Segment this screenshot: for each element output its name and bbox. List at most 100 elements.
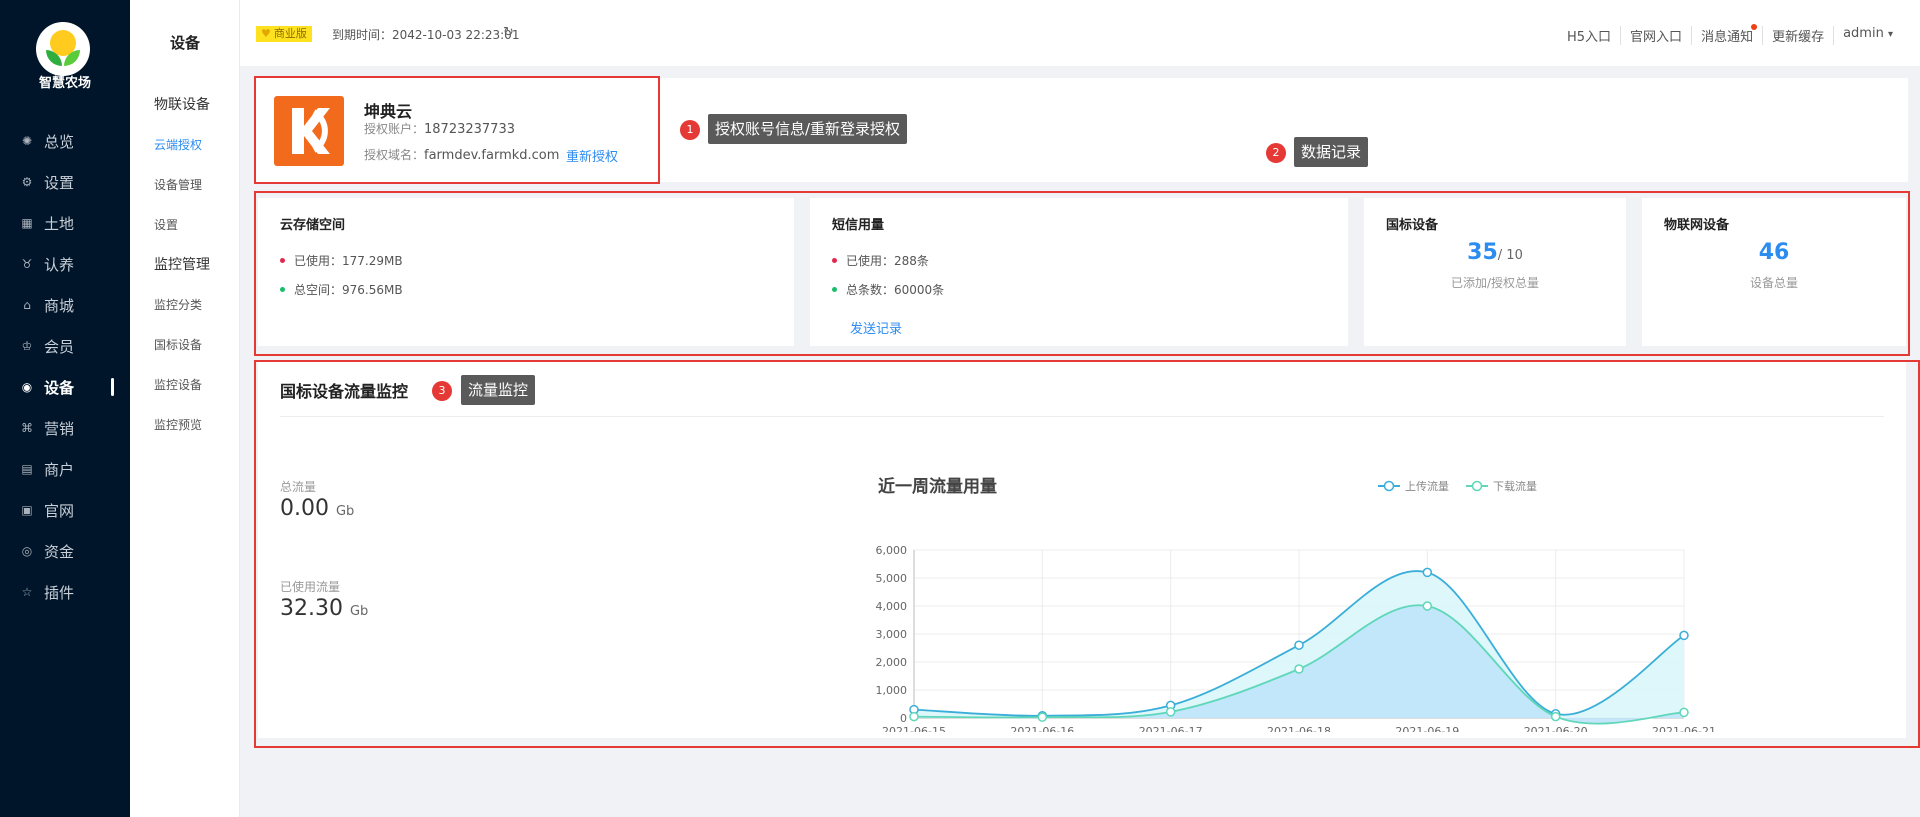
sidebar-item-adopt[interactable]: ♉ 认养 bbox=[0, 249, 130, 279]
submenu-item-monitor-category[interactable]: 监控分类 bbox=[154, 296, 202, 313]
adopt-icon: ♉ bbox=[21, 257, 33, 271]
refresh-icon[interactable]: ↻ bbox=[503, 25, 514, 40]
sidebar-item-marketing[interactable]: ⌘ 营销 bbox=[0, 413, 130, 443]
sidebar-item-land[interactable]: ▦ 土地 bbox=[0, 208, 130, 238]
legend-marker bbox=[1383, 480, 1395, 492]
used-flow-unit: Gb bbox=[349, 604, 369, 619]
submenu-item-gb-device[interactable]: 国标设备 bbox=[154, 336, 202, 353]
data-point bbox=[1165, 707, 1176, 717]
main-sidebar: 智慧农场 ✺ 总览 ⚙ 设置 ▦ 土地 ♉ 认养 ⌂ 商城 ♔ 会员 ◉ 设备 ⌘ 营销 ▤ 商户… bbox=[0, 0, 130, 817]
diamond-icon: ♥ bbox=[261, 27, 271, 40]
sms-total-text: 总条数：60000条 bbox=[846, 283, 945, 297]
storage-title: 云存储空间 bbox=[280, 218, 346, 233]
annotation-number: 3 bbox=[432, 381, 452, 401]
gb-device-value: 35 bbox=[1467, 240, 1498, 265]
expire-time: 到期时间：2042-10-03 22:23:01 bbox=[332, 28, 520, 42]
used-flow-number: 32.30 bbox=[280, 596, 343, 621]
data-point bbox=[1294, 640, 1304, 650]
sidebar-item-device[interactable]: ◉ 设备 bbox=[0, 372, 130, 402]
fund-icon: ◎ bbox=[21, 544, 33, 558]
notification-dot bbox=[1751, 24, 1758, 30]
data-point bbox=[1422, 567, 1433, 578]
x-tick-label: 2021-06-19 bbox=[1395, 725, 1459, 732]
annotation-number: 1 bbox=[680, 120, 700, 140]
submenu-title: 设备 bbox=[169, 34, 200, 52]
data-point bbox=[1550, 711, 1561, 722]
notifications-label: 消息通知 bbox=[1701, 30, 1754, 45]
farm-logo[interactable] bbox=[36, 22, 90, 76]
top-bar: ♥ 商业版 到期时间：2042-10-03 22:23:01 ↻ H5入口 官网入… bbox=[240, 0, 1920, 66]
sidebar-item-label: 插件 bbox=[44, 583, 75, 602]
sidebar-item-label: 会员 bbox=[44, 337, 75, 356]
kundian-logo bbox=[274, 96, 344, 166]
iot-device-title: 物联网设备 bbox=[1664, 218, 1730, 233]
x-tick-label: 2021-06-18 bbox=[1267, 725, 1331, 732]
auth-domain-value: farmdev.farmkd.com bbox=[424, 148, 560, 163]
sms-total: 总条数：60000条 bbox=[832, 281, 944, 298]
storage-total: 总空间：976.56MB bbox=[280, 281, 403, 298]
website-icon: ▣ bbox=[21, 503, 33, 517]
x-tick-label: 2021-06-16 bbox=[1010, 725, 1074, 732]
sidebar-item-overview[interactable]: ✺ 总览 bbox=[0, 126, 130, 156]
y-tick-label: 4,000 bbox=[876, 600, 908, 613]
website-entry-link[interactable]: 官网入口 bbox=[1620, 26, 1691, 45]
sidebar-item-label: 土地 bbox=[44, 214, 75, 233]
sidebar-item-label: 总览 bbox=[44, 132, 75, 151]
data-point bbox=[1037, 712, 1048, 722]
sidebar-item-plugin[interactable]: ☆ 插件 bbox=[0, 577, 130, 607]
submenu-item-device-manage[interactable]: 设备管理 bbox=[154, 176, 202, 193]
total-flow-value: 0.00 Gb bbox=[280, 496, 354, 521]
submenu-item-monitor-preview[interactable]: 监控预览 bbox=[154, 416, 202, 433]
storage-total-text: 总空间：976.56MB bbox=[294, 283, 403, 297]
y-tick-label: 5,000 bbox=[876, 572, 908, 585]
sidebar-item-merchant[interactable]: ▤ 商户 bbox=[0, 454, 130, 484]
top-links: H5入口 官网入口 消息通知 更新缓存 admin ▾ bbox=[1558, 24, 1902, 45]
marketing-icon: ⌘ bbox=[21, 421, 33, 435]
submenu-item-monitor-device[interactable]: 监控设备 bbox=[154, 376, 202, 393]
sidebar-item-fund[interactable]: ◎ 资金 bbox=[0, 536, 130, 566]
sidebar-item-label: 设置 bbox=[44, 173, 75, 192]
sidebar-item-member[interactable]: ♔ 会员 bbox=[0, 331, 130, 361]
kundian-logo-mark bbox=[292, 108, 330, 154]
auth-account-label: 授权账户： bbox=[364, 122, 425, 136]
y-tick-label: 3,000 bbox=[876, 628, 908, 641]
auth-account-value: 18723237733 bbox=[424, 122, 515, 137]
notifications-link[interactable]: 消息通知 bbox=[1691, 24, 1762, 45]
y-tick-label: 1,000 bbox=[876, 684, 908, 697]
sidebar-item-label: 官网 bbox=[44, 501, 75, 520]
grid-icon: ▦ bbox=[21, 216, 33, 230]
user-menu[interactable]: admin ▾ bbox=[1833, 26, 1902, 45]
annotation-label: 授权账号信息/重新登录授权 bbox=[708, 114, 908, 144]
divider bbox=[280, 416, 1884, 417]
send-records-link[interactable]: 发送记录 bbox=[850, 318, 902, 337]
sidebar-item-settings[interactable]: ⚙ 设置 bbox=[0, 167, 130, 197]
auth-domain-label: 授权域名： bbox=[364, 148, 425, 162]
status-dot bbox=[280, 287, 285, 292]
submenu-item-cloud-auth[interactable]: 云端授权 bbox=[154, 136, 202, 153]
submenu-item-settings[interactable]: 设置 bbox=[154, 216, 178, 233]
sidebar-item-label: 营销 bbox=[44, 419, 75, 438]
x-tick-label: 2021-06-17 bbox=[1139, 725, 1203, 732]
h5-entry-link[interactable]: H5入口 bbox=[1558, 26, 1620, 45]
storage-used: 已使用：177.29MB bbox=[280, 252, 403, 269]
sidebar-item-website[interactable]: ▣ 官网 bbox=[0, 495, 130, 525]
shop-icon: ⌂ bbox=[23, 298, 31, 312]
data-point bbox=[1679, 707, 1689, 718]
annotation-number: 2 bbox=[1266, 143, 1286, 163]
x-tick-label: 2021-06-15 bbox=[882, 725, 946, 732]
gb-device-subtitle: 已添加/授权总量 bbox=[1450, 276, 1540, 290]
sidebar-item-label: 资金 bbox=[44, 542, 75, 561]
status-dot bbox=[832, 258, 837, 263]
total-flow-number: 0.00 bbox=[280, 496, 329, 521]
reauthorize-link[interactable]: 重新授权 bbox=[566, 146, 618, 165]
refresh-cache-link[interactable]: 更新缓存 bbox=[1762, 26, 1833, 45]
sidebar-item-label: 商城 bbox=[44, 296, 75, 315]
legend-label: 下载流量 bbox=[1493, 479, 1537, 493]
storage-card: 云存储空间 已使用：177.29MB 总空间：976.56MB bbox=[258, 198, 794, 346]
data-point bbox=[1294, 664, 1304, 674]
flow-monitor-title: 国标设备流量监控 bbox=[280, 382, 409, 401]
auth-domain: 授权域名：farmdev.farmkd.com bbox=[364, 146, 559, 163]
submenu-group-monitor: 监控管理 bbox=[154, 257, 210, 273]
sidebar-item-shop[interactable]: ⌂ 商城 bbox=[0, 290, 130, 320]
storage-used-text: 已使用：177.29MB bbox=[294, 254, 403, 268]
